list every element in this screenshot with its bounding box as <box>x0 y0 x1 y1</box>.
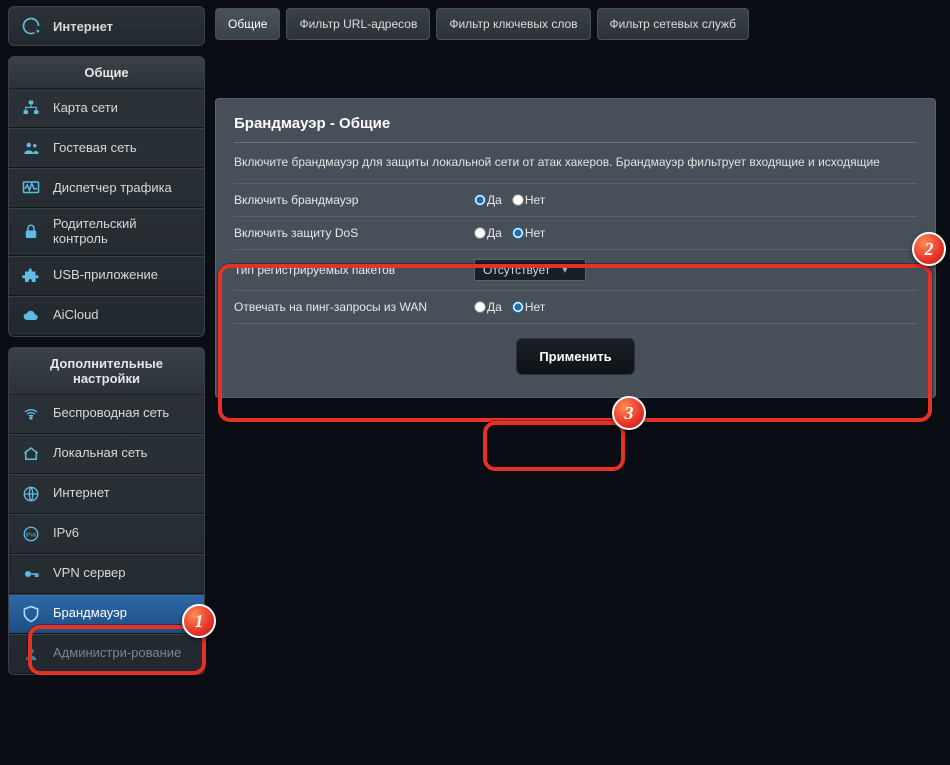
monitor-pulse-icon <box>19 177 43 199</box>
sidebar-item-traffic-manager[interactable]: Диспетчер трафика <box>9 168 204 208</box>
tab-network-services-filter[interactable]: Фильтр сетевых служб <box>597 8 749 40</box>
tab-general[interactable]: Общие <box>215 8 280 40</box>
sidebar-item-network-map[interactable]: Карта сети <box>9 89 204 128</box>
sidebar-item-label: Администри-рование <box>53 646 181 661</box>
tab-url-filter[interactable]: Фильтр URL-адресов <box>286 8 430 40</box>
sidebar-item-firewall[interactable]: Брандмауэр <box>9 594 204 634</box>
sidebar-item-label: IPv6 <box>53 526 79 541</box>
panel-description: Включите брандмауэр для защиты локальной… <box>234 155 917 169</box>
sidebar-item-wireless[interactable]: Беспроводная сеть <box>9 395 204 434</box>
radio-yes[interactable]: Да <box>474 193 502 207</box>
row-label: Включить брандмауэр <box>234 193 474 207</box>
sidebar-group-header: Дополнительные настройки <box>9 348 204 395</box>
key-icon <box>19 563 43 585</box>
row-enable-dos: Включить защиту DoS Да Нет <box>234 216 917 249</box>
firewall-panel: Брандмауэр - Общие Включите брандмауэр д… <box>215 98 936 398</box>
sidebar: Интернет Общие Карта сети Гостевая сеть <box>0 0 205 765</box>
row-control: Да Нет <box>474 226 917 240</box>
network-map-icon <box>19 97 43 119</box>
sidebar-item-internet-top[interactable]: Интернет <box>8 6 205 46</box>
row-logged-packets-type: Тип регистрируемых пакетов Отсутствует <box>234 249 917 290</box>
globe-icon <box>19 483 43 505</box>
sidebar-item-ipv6[interactable]: IPv6 IPv6 <box>9 514 204 554</box>
row-label: Отвечать на пинг-запросы из WAN <box>234 300 474 314</box>
tab-bar: Общие Фильтр URL-адресов Фильтр ключевых… <box>215 8 936 40</box>
row-label: Тип регистрируемых пакетов <box>234 263 474 277</box>
row-control: Да Нет <box>474 193 917 207</box>
users-icon <box>19 137 43 159</box>
sidebar-item-label: Интернет <box>53 19 113 34</box>
sidebar-item-label: Гостевая сеть <box>53 141 137 156</box>
row-respond-wan-ping: Отвечать на пинг-запросы из WAN Да Нет <box>234 290 917 324</box>
globe-pointer-icon <box>19 15 43 37</box>
sidebar-item-guest-network[interactable]: Гостевая сеть <box>9 128 204 168</box>
apply-row: Применить <box>234 324 917 375</box>
radio-yes[interactable]: Да <box>474 226 502 240</box>
shield-icon <box>19 603 43 625</box>
puzzle-icon <box>19 265 43 287</box>
sidebar-item-aicloud[interactable]: AiCloud <box>9 296 204 336</box>
sidebar-item-usb-application[interactable]: USB-приложение <box>9 256 204 296</box>
apply-button[interactable]: Применить <box>516 338 634 375</box>
radio-yes[interactable]: Да <box>474 300 502 314</box>
radio-input[interactable] <box>512 301 524 313</box>
sidebar-item-label: Карта сети <box>53 101 118 116</box>
wifi-icon <box>19 403 43 425</box>
row-control: Отсутствует <box>474 259 917 281</box>
radio-input[interactable] <box>512 227 524 239</box>
sidebar-group-header: Общие <box>9 57 204 89</box>
radio-no[interactable]: Нет <box>512 193 545 207</box>
sidebar-item-vpn[interactable]: VPN сервер <box>9 554 204 594</box>
radio-input[interactable] <box>474 301 486 313</box>
form-rows: Включить брандмауэр Да Нет Включить защи… <box>234 183 917 324</box>
cloud-icon <box>19 305 43 327</box>
tab-keyword-filter[interactable]: Фильтр ключевых слов <box>436 8 590 40</box>
lock-icon <box>19 221 43 243</box>
sidebar-group-general: Общие Карта сети Гостевая сеть <box>8 56 205 337</box>
sidebar-item-label: Локальная сеть <box>53 446 147 461</box>
svg-text:IPv6: IPv6 <box>26 532 37 538</box>
sidebar-item-label: Интернет <box>53 486 110 501</box>
sidebar-item-label: Родительский контроль <box>53 217 194 247</box>
radio-input[interactable] <box>512 194 524 206</box>
sidebar-group-advanced: Дополнительные настройки Беспроводная се… <box>8 347 205 675</box>
radio-no[interactable]: Нет <box>512 300 545 314</box>
user-admin-icon <box>19 643 43 665</box>
radio-no[interactable]: Нет <box>512 226 545 240</box>
divider <box>234 142 917 143</box>
sidebar-item-label: Диспетчер трафика <box>53 181 172 196</box>
panel-title: Брандмауэр - Общие <box>234 115 917 132</box>
sidebar-item-label: AiCloud <box>53 308 99 323</box>
sidebar-item-label: VPN сервер <box>53 566 126 581</box>
main-content: Общие Фильтр URL-адресов Фильтр ключевых… <box>205 0 950 765</box>
logged-packets-select[interactable]: Отсутствует <box>474 259 586 281</box>
sidebar-item-label: Беспроводная сеть <box>53 406 169 421</box>
sidebar-item-wan[interactable]: Интернет <box>9 474 204 514</box>
row-control: Да Нет <box>474 300 917 314</box>
sidebar-item-lan[interactable]: Локальная сеть <box>9 434 204 474</box>
row-label: Включить защиту DoS <box>234 226 474 240</box>
sidebar-item-label: USB-приложение <box>53 268 158 283</box>
ipv6-icon: IPv6 <box>19 523 43 545</box>
sidebar-item-administration[interactable]: Администри-рование <box>9 634 204 674</box>
radio-input[interactable] <box>474 194 486 206</box>
home-icon <box>19 443 43 465</box>
sidebar-item-label: Брандмауэр <box>53 606 127 621</box>
sidebar-item-parental-control[interactable]: Родительский контроль <box>9 208 204 256</box>
row-enable-firewall: Включить брандмауэр Да Нет <box>234 183 917 216</box>
radio-input[interactable] <box>474 227 486 239</box>
